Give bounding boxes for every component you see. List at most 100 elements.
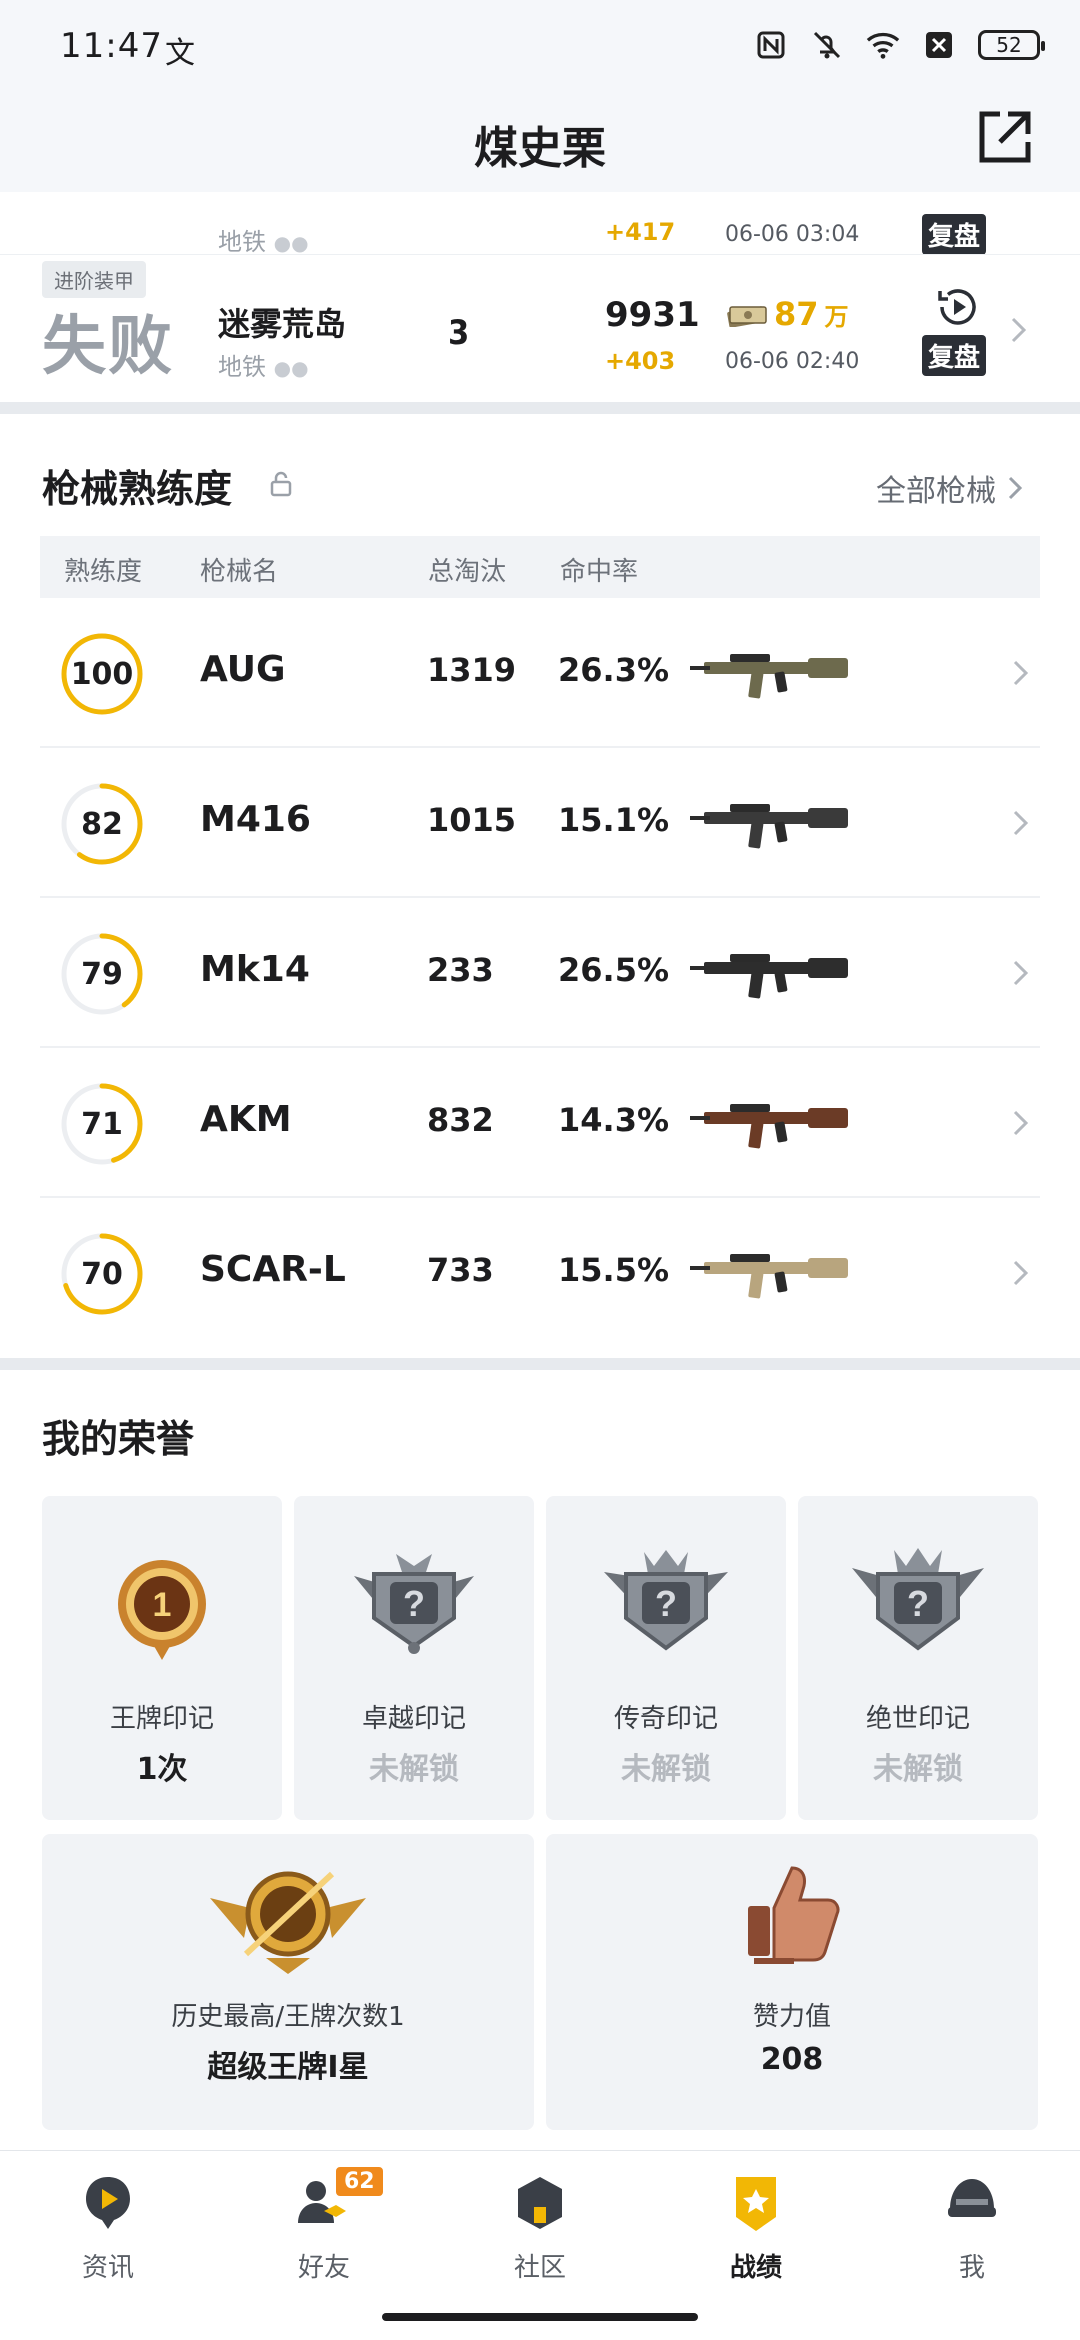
honor-card-likes[interactable]: 赞力值 208 [546, 1834, 1038, 2130]
sim-off-icon [922, 28, 956, 62]
match-placement: 3 [448, 313, 470, 353]
replay-label[interactable]: 复盘 [922, 214, 987, 254]
proficiency-value: 82 [81, 806, 123, 842]
weapon-kills: 1015 [427, 801, 517, 839]
nav-item-friends[interactable]: 62 好友 [264, 2167, 384, 2293]
likes-value: 208 [760, 2042, 824, 2077]
match-score: 9931 [605, 295, 700, 335]
status-glyph: 文 [165, 36, 195, 71]
nav-label: 我 [958, 2253, 985, 2283]
weapon-name: M416 [200, 799, 311, 840]
page-title: 煤史栗 [474, 123, 606, 174]
aug-rifle-icon [690, 654, 848, 699]
honor-value: 1次 [136, 1752, 188, 1787]
likes-label: 赞力值 [752, 2002, 831, 2032]
honor-card-excellence[interactable]: ? 卓越印记 未解锁 [294, 1496, 534, 1820]
honors-section: 我的荣誉 1 王牌印记 1次 ? 卓越印记 未解锁 ? 传奇印记 未解锁 ? 绝… [0, 1370, 1080, 2150]
honor-card-peerless[interactable]: ? 绝世印记 未解锁 [798, 1496, 1038, 1820]
locked-badge-icon: ? [852, 1548, 984, 1651]
honor-card-legend[interactable]: ? 传奇印记 未解锁 [546, 1496, 786, 1820]
weapon-proficiency-section: 枪械熟练度 全部枪械 熟练度 枪械名 总淘汰 命中率 100 AUG 1319 26.… [0, 414, 1080, 1358]
news-icon [86, 2177, 130, 2229]
svg-text:1: 1 [153, 1586, 172, 1624]
weapon-kills: 832 [427, 1101, 494, 1139]
match-result: 失败 [42, 310, 174, 384]
thumbs-up-icon [748, 1866, 840, 1964]
akm-rifle-icon [690, 1104, 848, 1149]
scar-l-rifle-icon [690, 1254, 848, 1299]
chevron-right-icon [1011, 317, 1027, 343]
section-title: 我的荣誉 [42, 1417, 195, 1461]
ace-badge-icon: 1 [118, 1560, 206, 1660]
match-sub-mode: 地铁 ●● [218, 347, 309, 382]
money-unit: 万 [824, 302, 849, 331]
honor-label: 卓越印记 [361, 1704, 466, 1734]
weapon-row[interactable]: 79 Mk14 233 26.5% [40, 898, 1040, 1048]
match-row[interactable]: 进阶装甲 失败 迷雾荒岛 地铁 ●● 3 9931 +403 87 万 06-0… [0, 254, 1080, 402]
weapon-hit-rate: 14.3% [558, 1101, 670, 1139]
chevron-right-icon [1013, 960, 1029, 986]
honor-value: 未解锁 [873, 1752, 963, 1787]
weapon-table-header: 熟练度 枪械名 总淘汰 命中率 [40, 536, 1040, 598]
weapon-row[interactable]: 82 M416 1015 15.1% [40, 748, 1040, 898]
locked-badge-icon: ? [604, 1550, 728, 1651]
honor-label: 绝世印记 [865, 1704, 970, 1734]
replay-label: 复盘 [922, 335, 987, 376]
weapon-hit-rate: 15.1% [558, 801, 670, 839]
weapon-name: AUG [200, 649, 286, 690]
weapon-row[interactable]: 71 AKM 832 14.3% [40, 1048, 1040, 1198]
weapon-hit-rate: 15.5% [558, 1251, 670, 1289]
section-title: 枪械熟练度 [42, 467, 233, 511]
nav-item-me[interactable]: 我 [912, 2173, 1032, 2293]
section-divider [0, 1358, 1080, 1370]
header-proficiency: 熟练度 [64, 557, 143, 587]
mute-icon [810, 28, 844, 62]
weapon-name: SCAR-L [200, 1249, 346, 1290]
rank-label: 历史最高/王牌次数1 [171, 2002, 405, 2032]
honor-label: 传奇印记 [613, 1704, 718, 1734]
weapon-hit-rate: 26.3% [558, 651, 670, 689]
nav-item-news[interactable]: 资讯 [48, 2173, 168, 2293]
honor-value: 未解锁 [621, 1752, 711, 1787]
helmet-icon [948, 2179, 996, 2217]
honor-value: 未解锁 [369, 1752, 459, 1787]
money-bill-icon [727, 306, 767, 327]
match-time: 06-06 03:04 [725, 222, 860, 247]
chevron-right-icon [1013, 1260, 1029, 1286]
honor-label: 王牌印记 [109, 1704, 214, 1734]
nav-label: 社区 [513, 2253, 566, 2283]
nav-label: 战绩 [729, 2253, 782, 2283]
team-icon: ●● [273, 356, 309, 380]
weapon-kills: 1319 [427, 651, 517, 689]
mk14-rifle-icon [690, 954, 848, 999]
section-divider [0, 402, 1080, 414]
weapon-row[interactable]: 70 SCAR-L 733 15.5% [40, 1198, 1040, 1348]
status-icons: 52 [754, 28, 1045, 62]
match-time: 06-06 02:40 [725, 349, 860, 374]
weapon-kills: 733 [427, 1251, 494, 1289]
share-button[interactable] [974, 106, 1036, 168]
nav-item-record[interactable]: 战绩 [696, 2173, 816, 2293]
honor-card-ace[interactable]: 1 王牌印记 1次 [42, 1496, 282, 1820]
top-header: 煤史栗 [0, 92, 1080, 192]
lock-icon[interactable] [268, 471, 294, 497]
locked-badge-icon: ? [354, 1554, 474, 1654]
all-weapons-link[interactable]: 全部枪械 [876, 466, 1024, 510]
chevron-right-icon [1008, 476, 1023, 500]
weapon-row[interactable]: 100 AUG 1319 26.3% [40, 598, 1040, 748]
weapon-name: Mk14 [200, 949, 310, 990]
chevron-right-icon [1013, 1110, 1029, 1136]
match-sub-mode: 地铁 ●● [218, 228, 309, 254]
record-icon [736, 2177, 776, 2231]
match-row-partial[interactable]: 地铁 ●● +417 06-06 03:04 复盘 [0, 192, 1080, 254]
weapon-kills: 233 [427, 951, 494, 989]
nav-item-community[interactable]: 社区 [480, 2173, 600, 2293]
replay-button[interactable]: 复盘 [918, 283, 990, 381]
proficiency-value: 79 [81, 956, 123, 992]
community-icon [518, 2177, 562, 2229]
chevron-right-icon [1013, 660, 1029, 686]
honor-card-rank[interactable]: 历史最高/王牌次数1 超级王牌I星 [42, 1834, 534, 2130]
chevron-right-icon [1013, 810, 1029, 836]
sub-mode-text: 地铁 [218, 353, 266, 381]
bottom-nav: 资讯 62 好友 社区 战绩 我 [0, 2150, 1080, 2340]
